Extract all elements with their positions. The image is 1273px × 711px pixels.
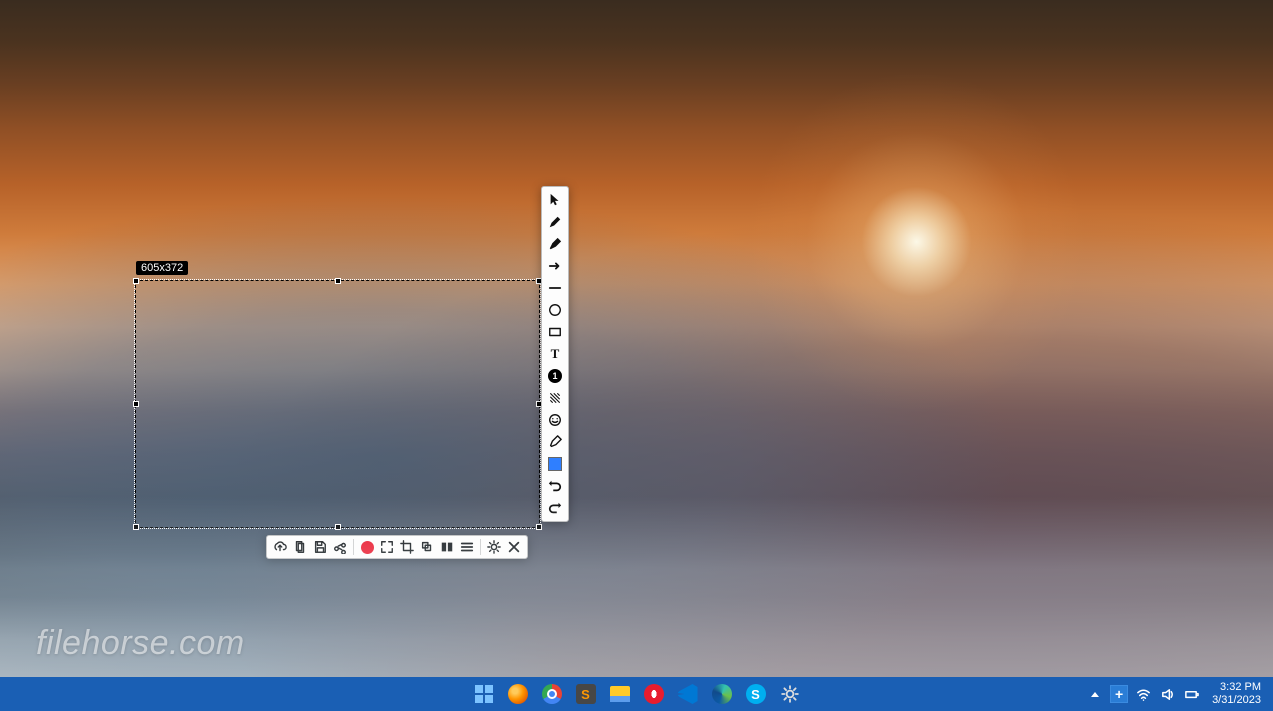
settings-button[interactable]: [484, 537, 504, 557]
save-button[interactable]: [310, 537, 330, 557]
resize-handle-br[interactable]: [536, 524, 542, 530]
record-button[interactable]: [357, 537, 377, 557]
capture-action-bar: [266, 535, 528, 559]
copy-button[interactable]: [290, 537, 310, 557]
sublime-app[interactable]: S: [573, 681, 599, 707]
vscode-app[interactable]: [675, 681, 701, 707]
color-tool[interactable]: [542, 453, 568, 475]
resize-handle-tl[interactable]: [133, 278, 139, 284]
selection-dimensions-label: 605x372: [136, 261, 188, 275]
opera-app[interactable]: [641, 681, 667, 707]
text-tool[interactable]: T: [542, 343, 568, 365]
cursor-tool[interactable]: [542, 189, 568, 211]
upload-button[interactable]: [270, 537, 290, 557]
emoji-tool[interactable]: [542, 409, 568, 431]
skype-app[interactable]: S: [743, 681, 769, 707]
start-button[interactable]: [471, 681, 497, 707]
taskbar: SS + 3:32 PM 3/31/2023: [0, 677, 1273, 711]
clock-time: 3:32 PM: [1212, 681, 1261, 694]
redo-tool[interactable]: [542, 497, 568, 519]
overflow-tray[interactable]: [1086, 685, 1104, 703]
eyedropper-tool[interactable]: [542, 431, 568, 453]
resize-handle-ml[interactable]: [133, 401, 139, 407]
chrome-app[interactable]: [539, 681, 565, 707]
share-button[interactable]: [330, 537, 350, 557]
plus-tray[interactable]: +: [1110, 685, 1128, 703]
menu-button[interactable]: [457, 537, 477, 557]
fullscreen-button[interactable]: [377, 537, 397, 557]
watermark-text: filehorse.com: [36, 624, 245, 663]
volume-tray[interactable]: [1158, 685, 1176, 703]
wifi-tray[interactable]: [1134, 685, 1152, 703]
settings-app[interactable]: [777, 681, 803, 707]
step-tool[interactable]: 1: [542, 365, 568, 387]
battery-tray[interactable]: [1182, 685, 1200, 703]
taskbar-apps: SS: [471, 681, 803, 707]
marker-tool[interactable]: [542, 233, 568, 255]
separator: [480, 539, 481, 555]
pencil-tool[interactable]: [542, 211, 568, 233]
circle-tool[interactable]: [542, 299, 568, 321]
resize-handle-bl[interactable]: [133, 524, 139, 530]
desktop-wallpaper: filehorse.com 605x372 T1 SS + 3:32 PM 3/…: [0, 0, 1273, 711]
undo-tool[interactable]: [542, 475, 568, 497]
taskbar-clock[interactable]: 3:32 PM 3/31/2023: [1208, 681, 1265, 707]
rectangle-tool[interactable]: [542, 321, 568, 343]
clock-date: 3/31/2023: [1212, 694, 1261, 707]
vertical-tool-palette: T1: [541, 186, 569, 522]
arrow-tool[interactable]: [542, 255, 568, 277]
separator: [353, 539, 354, 555]
resize-handle-tc[interactable]: [335, 278, 341, 284]
resize-handle-bc[interactable]: [335, 524, 341, 530]
capture-selection[interactable]: 605x372: [135, 280, 540, 528]
firefox-app[interactable]: [505, 681, 531, 707]
compare-button[interactable]: [437, 537, 457, 557]
files-app[interactable]: [607, 681, 633, 707]
crop-button[interactable]: [397, 537, 417, 557]
taskbar-tray: + 3:32 PM 3/31/2023: [1086, 681, 1265, 707]
edge-app[interactable]: [709, 681, 735, 707]
stack-button[interactable]: [417, 537, 437, 557]
close-button[interactable]: [504, 537, 524, 557]
line-tool[interactable]: [542, 277, 568, 299]
blur-tool[interactable]: [542, 387, 568, 409]
